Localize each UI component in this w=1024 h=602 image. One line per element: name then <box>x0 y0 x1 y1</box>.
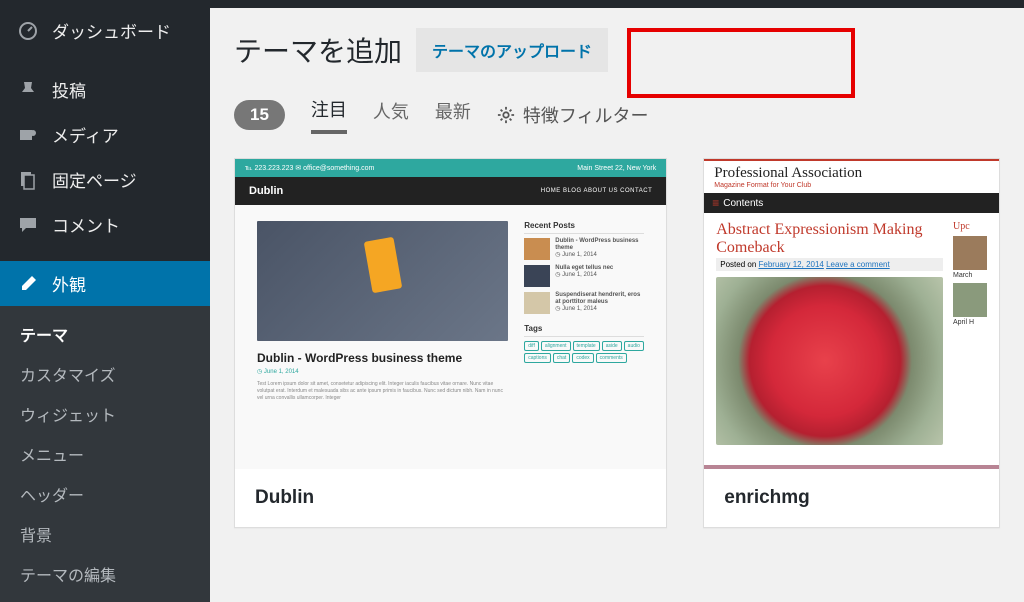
preview-tag: chat <box>553 353 570 363</box>
preview-post-title: Dublin - WordPress business theme <box>257 351 508 365</box>
preview-recent-label: Recent Posts <box>524 221 644 234</box>
sidebar-item-pages[interactable]: 固定ページ <box>0 157 210 202</box>
preview-tag: audio <box>624 341 644 351</box>
submenu-themes[interactable]: テーマ <box>0 314 210 354</box>
submenu-background[interactable]: 背景 <box>0 514 210 554</box>
sidebar-item-dashboard[interactable]: ダッシュボード <box>0 8 210 53</box>
filter-bar: 15 注目 人気 最新 特徴フィルター <box>234 96 1000 134</box>
theme-count-badge: 15 <box>234 100 285 130</box>
preview-contents-label: Contents <box>723 198 763 209</box>
preview-tag: template <box>573 341 600 351</box>
preview-side-cap: March <box>953 272 987 279</box>
preview-side-thumb <box>953 283 987 317</box>
menu-icon: ≡ <box>712 196 719 210</box>
preview-side-title: Upc <box>953 221 987 232</box>
feature-filter-label: 特徴フィルター <box>523 102 649 128</box>
page-title-row: テーマを追加 テーマのアップロード <box>234 28 1000 72</box>
preview-hero-image <box>257 221 508 341</box>
submenu-customize[interactable]: カスタマイズ <box>0 354 210 394</box>
preview-post-body: Test Lorem ipsum dolor sit amet, consete… <box>257 381 508 402</box>
submenu-menus[interactable]: メニュー <box>0 434 210 474</box>
sidebar-label: 外観 <box>52 271 86 296</box>
dashboard-icon <box>16 19 40 43</box>
sidebar-label: メディア <box>52 122 119 147</box>
preview-recent-date: ◷ June 1, 2014 <box>555 272 644 279</box>
pages-icon <box>16 168 40 192</box>
sidebar-label: 投稿 <box>52 77 86 102</box>
content-area: テーマを追加 テーマのアップロード 15 注目 人気 最新 特徴フィルター ℡ … <box>210 8 1024 577</box>
preview-meta: Posted on February 12, 2014 Leave a comm… <box>716 258 943 271</box>
theme-screenshot: Professional Association Magazine Format… <box>704 159 999 469</box>
preview-tag: codex <box>572 353 593 363</box>
preview-contents-bar: ≡ Contents <box>704 193 999 213</box>
page-title: テーマを追加 <box>234 30 402 70</box>
sidebar-item-media[interactable]: メディア <box>0 112 210 157</box>
theme-card-dublin[interactable]: ℡ 223.223.223 ✉ office@something.com Mai… <box>234 158 667 528</box>
admin-bar <box>0 0 1024 8</box>
filter-latest[interactable]: 最新 <box>435 98 471 132</box>
gear-icon <box>497 106 515 124</box>
theme-name: Dublin <box>235 469 666 527</box>
preview-tag: diff <box>524 341 539 351</box>
preview-sub: Magazine Format for Your Club <box>714 182 989 189</box>
preview-topbar-right: Main Street 22, New York <box>577 165 656 172</box>
preview-post-meta: ◷ June 1, 2014 <box>257 368 508 375</box>
sidebar-label: 固定ページ <box>52 167 137 192</box>
filter-featured[interactable]: 注目 <box>311 96 347 134</box>
preview-tag: comments <box>596 353 627 363</box>
preview-tags-label: Tags <box>524 324 644 337</box>
submenu-widgets[interactable]: ウィジェット <box>0 394 210 434</box>
comment-icon <box>16 213 40 237</box>
preview-topbar-left: ℡ 223.223.223 ✉ office@something.com <box>245 164 374 172</box>
preview-art-image <box>716 277 943 445</box>
preview-recent-title: Suspendiserat hendrerit, eros at porttit… <box>555 292 644 306</box>
sidebar-label: コメント <box>52 212 120 237</box>
preview-logo: Dublin <box>249 185 283 197</box>
sidebar-item-appearance[interactable]: 外観 <box>0 261 210 306</box>
pin-icon <box>16 78 40 102</box>
media-icon <box>16 123 40 147</box>
preview-tag: alignment <box>541 341 571 351</box>
preview-recent-title: Dublin - WordPress business theme <box>555 238 644 252</box>
preview-tag: captions <box>524 353 551 363</box>
theme-card-enrichmg[interactable]: Professional Association Magazine Format… <box>703 158 1000 528</box>
sidebar-label: ダッシュボード <box>52 18 171 43</box>
theme-grid: ℡ 223.223.223 ✉ office@something.com Mai… <box>234 158 1000 528</box>
preview-brand: Professional Association <box>714 165 989 182</box>
theme-screenshot: ℡ 223.223.223 ✉ office@something.com Mai… <box>235 159 666 469</box>
upload-theme-button[interactable]: テーマのアップロード <box>416 28 608 72</box>
preview-recent-title: Nulla eget tellus nec <box>555 265 644 272</box>
preview-tag: aside <box>602 341 622 351</box>
preview-meta-prefix: Posted on <box>720 260 758 269</box>
preview-meta-comment: Leave a comment <box>826 260 890 269</box>
sidebar-item-comments[interactable]: コメント <box>0 202 210 247</box>
preview-recent-date: ◷ June 1, 2014 <box>555 306 644 313</box>
preview-headline: Abstract Expressionism Making Comeback <box>716 221 943 256</box>
sidebar-item-posts[interactable]: 投稿 <box>0 67 210 112</box>
preview-meta-date: February 12, 2014 <box>759 260 824 269</box>
submenu-header[interactable]: ヘッダー <box>0 474 210 514</box>
preview-tags: diff alignment template aside audio capt… <box>524 341 644 363</box>
main-wrap: ダッシュボード 投稿 メディア 固定ページ コメント <box>0 8 1024 577</box>
admin-sidebar: ダッシュボード 投稿 メディア 固定ページ コメント <box>0 8 210 577</box>
preview-nav: HOME BLOG ABOUT US CONTACT <box>541 188 652 194</box>
brush-icon <box>16 272 40 296</box>
theme-name: enrichmg <box>704 469 999 527</box>
preview-side-thumb <box>953 236 987 270</box>
filter-popular[interactable]: 人気 <box>373 98 409 132</box>
submenu-editor[interactable]: テーマの編集 <box>0 554 210 594</box>
preview-side-cap: April H <box>953 319 987 326</box>
preview-recent-date: ◷ June 1, 2014 <box>555 252 644 259</box>
appearance-submenu: テーマ カスタマイズ ウィジェット メニュー ヘッダー 背景 テーマの編集 <box>0 306 210 602</box>
feature-filter-button[interactable]: 特徴フィルター <box>497 102 649 128</box>
